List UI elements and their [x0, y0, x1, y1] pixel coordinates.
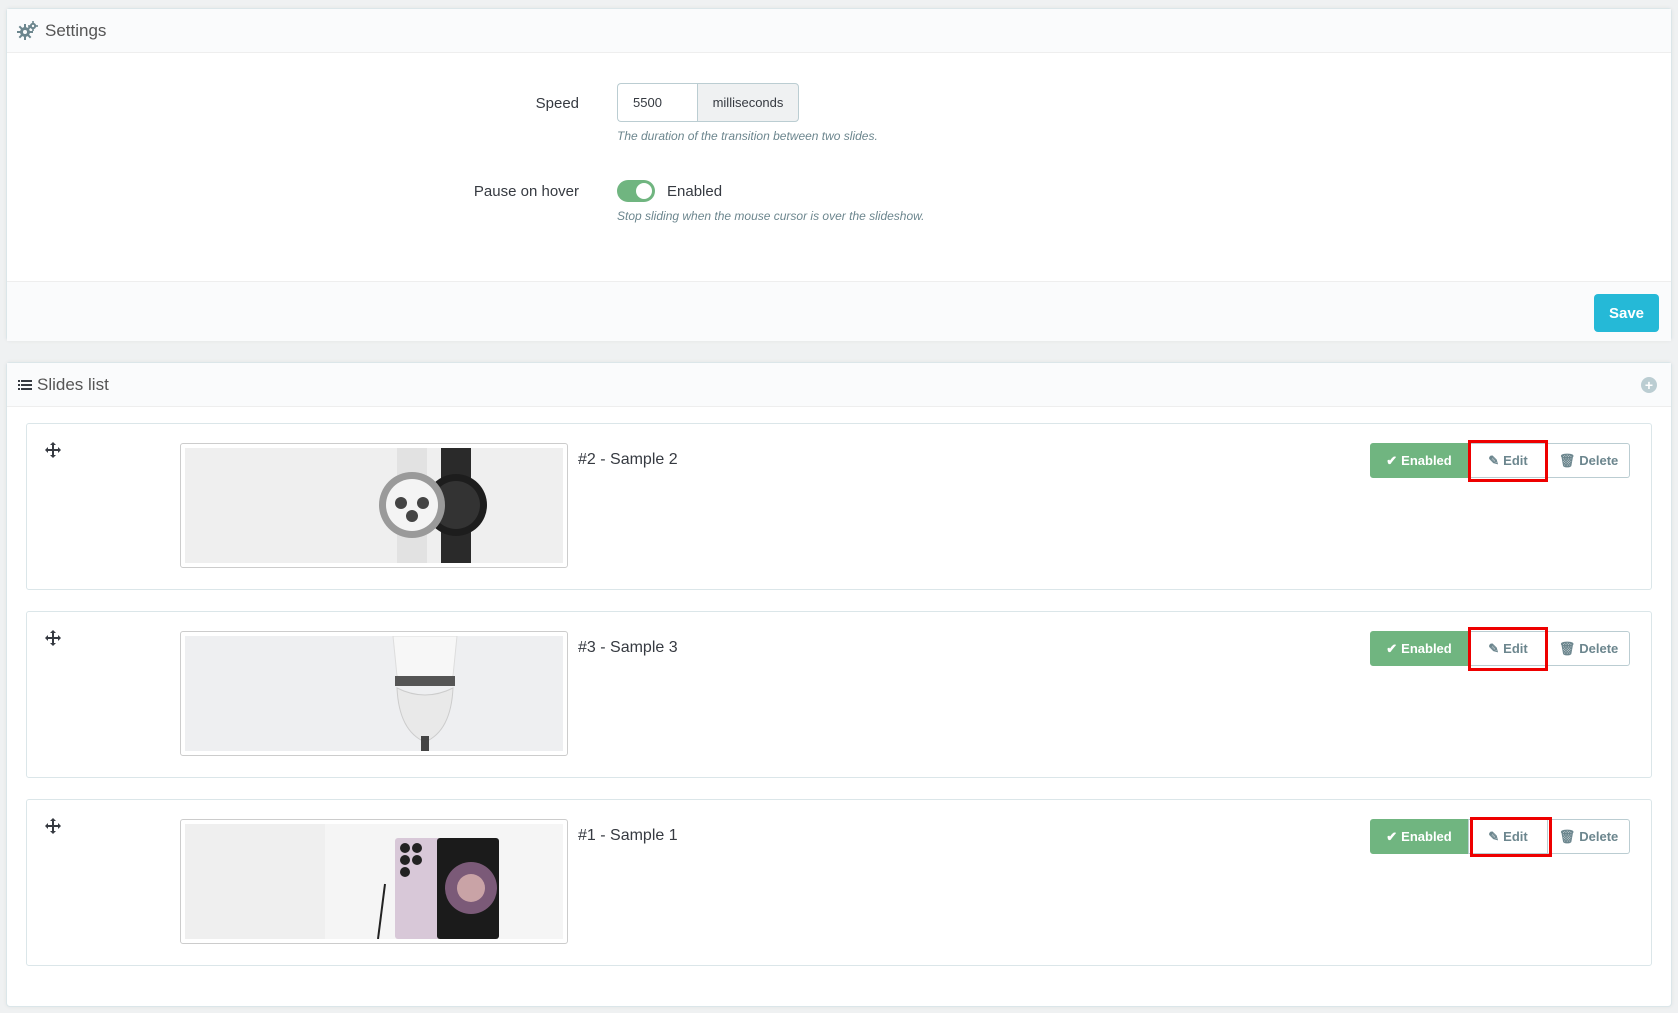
- trash-icon: 🗑: [1558, 452, 1576, 468]
- trash-icon: 🗑: [1558, 828, 1576, 844]
- save-button[interactable]: Save: [1594, 294, 1659, 332]
- delete-button[interactable]: 🗑 Delete: [1548, 631, 1630, 666]
- check-icon: ✔: [1386, 640, 1398, 656]
- status-enabled-button[interactable]: ✔ Enabled: [1370, 443, 1468, 478]
- smartwatch-image: [185, 448, 563, 563]
- status-enabled-button[interactable]: ✔ Enabled: [1370, 819, 1468, 854]
- edit-icon: ✎: [1488, 640, 1500, 656]
- pause-on-hover-state: Enabled: [667, 183, 723, 200]
- slides-heading: Slides list: [7, 363, 1671, 407]
- edit-button[interactable]: ✎ Edit: [1468, 631, 1548, 666]
- move-icon[interactable]: [45, 630, 61, 646]
- status-enabled-button[interactable]: ✔ Enabled: [1370, 631, 1468, 666]
- pause-on-hover-label: Pause on hover: [473, 183, 579, 200]
- slide-actions: ✔ Enabled ✎ Edit 🗑 Delete: [1370, 443, 1630, 478]
- trash-icon: 🗑: [1558, 640, 1576, 656]
- slide-thumbnail: [180, 819, 568, 944]
- pause-on-hover-toggle[interactable]: [617, 180, 655, 202]
- slide-item: #3 - Sample 3 ✔ Enabled ✎ Edit 🗑 Delete: [26, 611, 1652, 778]
- edit-button[interactable]: ✎ Edit: [1468, 443, 1548, 478]
- gears-icon: [17, 20, 39, 42]
- check-icon: ✔: [1386, 828, 1398, 844]
- slide-thumbnail: [180, 631, 568, 756]
- delete-button[interactable]: 🗑 Delete: [1548, 443, 1630, 478]
- settings-footer: Save: [7, 281, 1671, 341]
- speaker-image: [185, 636, 563, 751]
- slide-item: #2 - Sample 2 ✔ Enabled ✎ Edit 🗑 Delete: [26, 423, 1652, 590]
- move-icon[interactable]: [45, 818, 61, 834]
- edit-icon: ✎: [1488, 452, 1500, 468]
- settings-panel: Settings Speed milliseconds The duration…: [6, 8, 1672, 341]
- settings-heading: Settings: [7, 9, 1671, 53]
- slide-actions: ✔ Enabled ✎ Edit 🗑 Delete: [1370, 631, 1630, 666]
- slides-panel: Slides list + #2 - Sample 2 ✔ Enabled ✎ …: [6, 362, 1672, 1007]
- toggle-knob: [636, 183, 652, 199]
- list-icon: [17, 374, 33, 396]
- speed-unit-addon: milliseconds: [697, 83, 799, 122]
- settings-title: Settings: [45, 20, 107, 40]
- edit-icon: ✎: [1488, 828, 1500, 844]
- slide-item: #1 - Sample 1 ✔ Enabled ✎ Edit 🗑 Delete: [26, 799, 1652, 966]
- smartphone-image: [185, 824, 563, 939]
- slide-title: #3 - Sample 3: [578, 639, 678, 656]
- slide-actions: ✔ Enabled ✎ Edit 🗑 Delete: [1370, 819, 1630, 854]
- pause-help-text: Stop sliding when the mouse cursor is ov…: [617, 209, 925, 223]
- delete-button[interactable]: 🗑 Delete: [1548, 819, 1630, 854]
- speed-input-group: milliseconds: [617, 83, 799, 122]
- add-slide-icon[interactable]: +: [1641, 377, 1657, 393]
- slide-thumbnail: [180, 443, 568, 568]
- slide-title: #1 - Sample 1: [578, 827, 678, 844]
- speed-label: Speed: [535, 95, 579, 112]
- slides-title: Slides list: [37, 374, 109, 394]
- speed-input[interactable]: [617, 83, 697, 122]
- check-icon: ✔: [1386, 452, 1398, 468]
- speed-help-text: The duration of the transition between t…: [617, 129, 878, 143]
- move-icon[interactable]: [45, 442, 61, 458]
- slide-title: #2 - Sample 2: [578, 451, 678, 468]
- edit-button[interactable]: ✎ Edit: [1468, 819, 1548, 854]
